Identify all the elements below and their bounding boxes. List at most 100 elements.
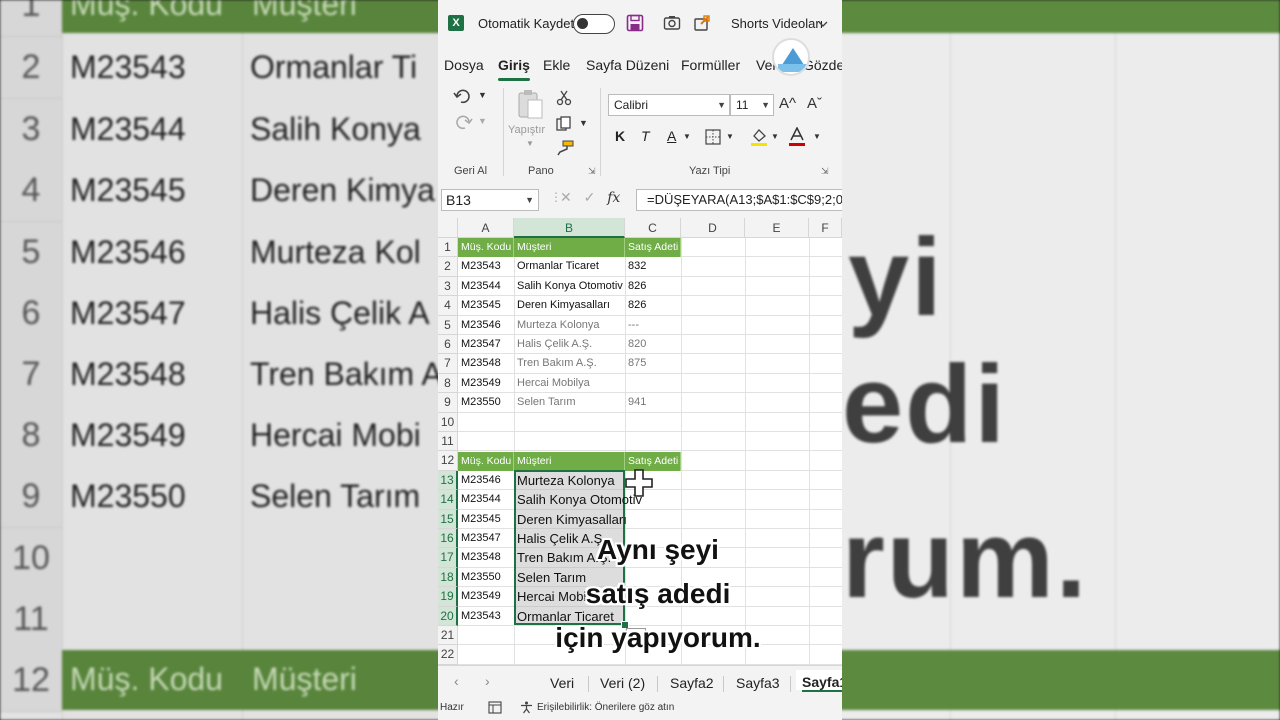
table-cell[interactable]: M23548 [458, 354, 501, 373]
table-cell[interactable]: Halis Çelik A.Ş. [514, 335, 592, 354]
sheet-tab-sayfa1[interactable]: Sayfa1 [796, 670, 842, 692]
insert-function-icon[interactable]: fx [607, 190, 620, 206]
table-cell[interactable]: 826 [625, 296, 646, 315]
table-header-cell[interactable]: Müşteri [514, 238, 625, 257]
row-header[interactable]: 11 [438, 432, 458, 452]
column-header[interactable]: A [458, 218, 514, 238]
table-cell[interactable]: --- [625, 316, 639, 335]
font-color-icon[interactable] [788, 127, 806, 147]
table-cell[interactable]: M23549 [458, 587, 501, 606]
table-cell[interactable]: M23546 [458, 471, 501, 490]
row-header[interactable]: 9 [438, 393, 458, 413]
table-header-cell[interactable]: Müşteri [514, 452, 625, 471]
shrink-font-icon[interactable]: Aˇ [807, 95, 822, 112]
tab-file[interactable]: Dosya [444, 57, 484, 73]
workbook-title[interactable]: Shorts Videoları [731, 16, 823, 31]
italic-button[interactable]: T [641, 128, 650, 144]
table-cell[interactable]: M23544 [458, 490, 501, 509]
borders-icon[interactable] [705, 129, 721, 145]
tab-home[interactable]: Giriş [498, 57, 530, 81]
row-header[interactable]: 10 [438, 412, 458, 432]
cancel-icon[interactable]: ✕ [560, 189, 572, 205]
paste-label[interactable]: Yapıştır [508, 124, 545, 136]
table-cell[interactable]: M23549 [458, 374, 501, 393]
undo-dropdown-icon[interactable]: ▼ [478, 90, 487, 100]
share-edit-icon[interactable] [693, 14, 711, 32]
paste-icon[interactable] [516, 88, 544, 120]
table-cell[interactable]: M23543 [458, 257, 501, 276]
table-cell[interactable] [625, 374, 628, 393]
table-cell[interactable]: Salih Konya Otomotiv [514, 277, 623, 296]
row-header[interactable]: 21 [438, 626, 458, 646]
row-header[interactable]: 2 [438, 257, 458, 277]
sheet-tab-veri-2[interactable]: Veri (2) [600, 675, 645, 691]
grow-font-icon[interactable]: A^ [779, 95, 796, 112]
column-header[interactable]: D [681, 218, 745, 238]
row-header[interactable]: 7 [438, 354, 458, 374]
chevron-right-icon[interactable]: › [485, 673, 490, 689]
sheet-tab-sayfa3[interactable]: Sayfa3 [736, 675, 780, 691]
tab-page-layout[interactable]: Sayfa Düzeni [586, 57, 669, 73]
undo-icon[interactable] [453, 88, 473, 106]
fill-color-dropdown-icon[interactable]: ▼ [771, 132, 779, 141]
table-cell[interactable]: M23548 [458, 548, 501, 567]
borders-dropdown-icon[interactable]: ▼ [726, 132, 734, 141]
row-header[interactable]: 14 [438, 490, 458, 510]
row-header[interactable]: 20 [438, 606, 458, 626]
table-cell[interactable]: Salih Konya Otomotiv [514, 490, 642, 509]
row-header[interactable]: 22 [438, 645, 458, 665]
table-cell[interactable]: M23544 [458, 277, 501, 296]
accessibility-status[interactable]: Erişilebilirlik: Önerilere göz atın [537, 702, 674, 713]
table-cell[interactable]: Deren Kimyasalları [514, 510, 627, 529]
table-cell[interactable]: Tren Bakım A.Ş. [514, 354, 597, 373]
table-cell[interactable]: M23547 [458, 529, 501, 548]
column-header[interactable]: C [625, 218, 681, 238]
chevron-left-icon[interactable]: ‹ [454, 673, 459, 689]
fill-color-icon[interactable] [750, 127, 768, 147]
row-header[interactable]: 18 [438, 567, 458, 588]
cell-mode-icon[interactable] [488, 701, 502, 714]
font-color-dropdown-icon[interactable]: ▼ [813, 132, 821, 141]
paste-dropdown-icon[interactable]: ▼ [526, 139, 534, 148]
table-cell[interactable]: 820 [625, 335, 646, 354]
table-cell[interactable]: Murteza Kolonya [514, 471, 615, 490]
column-header[interactable]: F [809, 218, 842, 238]
row-header[interactable]: 3 [438, 276, 458, 297]
camera-icon[interactable] [663, 14, 681, 32]
row-header[interactable]: 5 [438, 315, 458, 335]
table-cell[interactable]: 832 [625, 257, 646, 276]
select-all-corner[interactable] [438, 218, 458, 238]
row-header[interactable]: 4 [438, 296, 458, 316]
row-header[interactable]: 1 [438, 238, 458, 258]
row-header[interactable]: 16 [438, 529, 458, 549]
table-cell[interactable]: Deren Kimyasalları [514, 296, 610, 315]
cut-icon[interactable] [556, 90, 572, 106]
table-header-cell[interactable]: Müş. Kodu [458, 238, 514, 257]
underline-dropdown-icon[interactable]: ▼ [683, 132, 691, 141]
row-header[interactable]: 13 [438, 470, 458, 491]
table-cell[interactable]: M23547 [458, 335, 501, 354]
table-cell[interactable]: 941 [625, 393, 646, 412]
table-cell[interactable]: M23543 [458, 607, 501, 626]
autosave-toggle[interactable] [573, 14, 615, 34]
table-cell[interactable]: Murteza Kolonya [514, 316, 600, 335]
row-header[interactable]: 8 [438, 373, 458, 394]
row-header[interactable]: 6 [438, 335, 458, 355]
table-header-cell[interactable]: Müş. Kodu [458, 452, 514, 471]
redo-dropdown-icon[interactable]: ▼ [478, 116, 487, 126]
table-header-cell[interactable]: Satış Adeti [625, 238, 681, 257]
row-header[interactable]: 15 [438, 509, 458, 529]
table-cell[interactable]: M23550 [458, 393, 501, 412]
accessibility-icon[interactable] [520, 701, 533, 714]
enter-icon[interactable]: ✓ [584, 189, 596, 205]
table-cell[interactable]: M23545 [458, 296, 501, 315]
table-cell[interactable]: M23546 [458, 316, 501, 335]
copy-dropdown-icon[interactable]: ▼ [579, 118, 588, 128]
table-cell[interactable]: Selen Tarım [514, 393, 576, 412]
tab-insert[interactable]: Ekle [543, 57, 570, 73]
column-header[interactable]: E [745, 218, 809, 238]
underline-button[interactable]: A [667, 128, 676, 144]
table-cell[interactable]: M23550 [458, 568, 501, 587]
column-header[interactable]: B [514, 218, 625, 238]
worksheet-grid[interactable]: A B C D E F 1 2 3 4 5 6 7 8 9 10 11 12 13 14 15 16 17 18 1… [438, 218, 842, 665]
